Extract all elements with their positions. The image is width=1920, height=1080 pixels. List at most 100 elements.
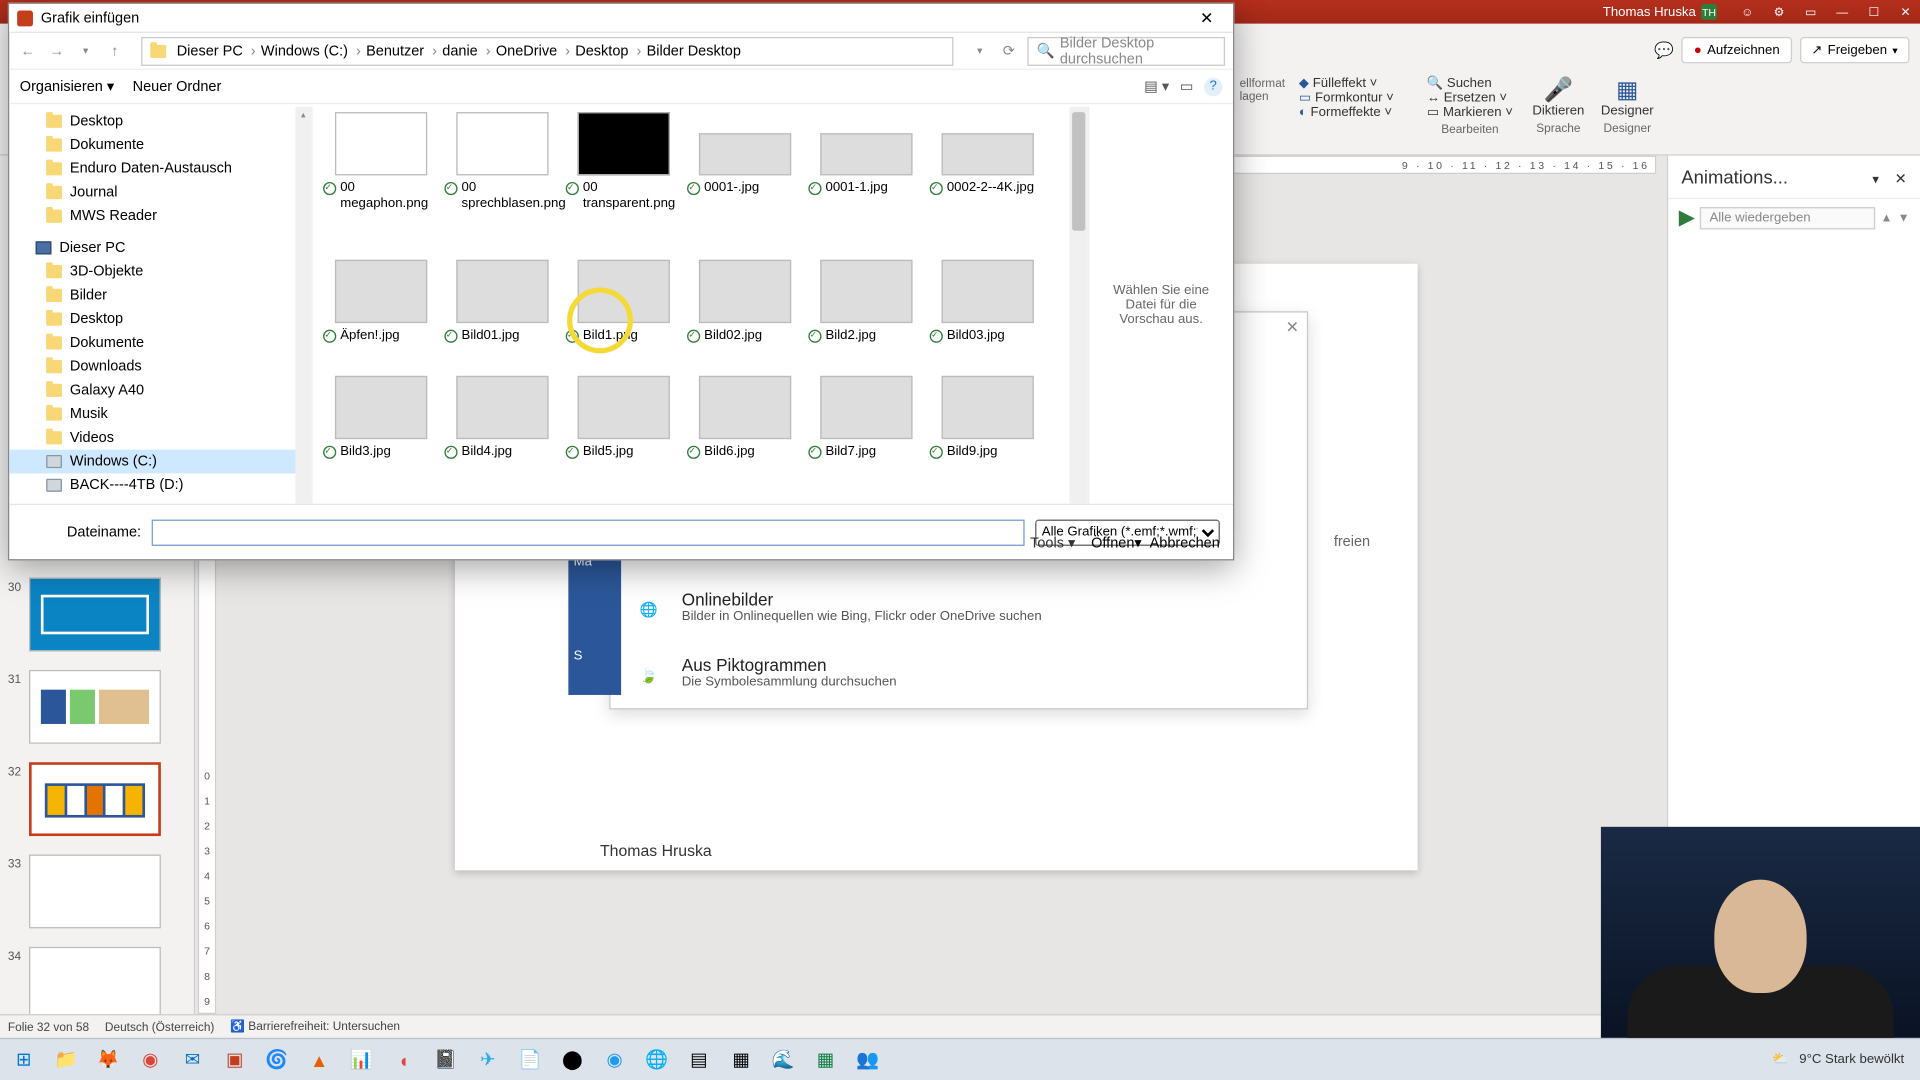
tree-item-dokumente[interactable]: Dokumente	[9, 331, 295, 355]
tb-app5-icon[interactable]: ⬤	[554, 1042, 591, 1076]
file-item-bild1-png[interactable]: Bild1.png	[566, 260, 682, 344]
crumb-desktop[interactable]: Desktop	[575, 43, 641, 59]
start-button[interactable]: ⊞	[5, 1042, 42, 1076]
tree-item-journal[interactable]: Journal	[9, 181, 295, 205]
nav-back-icon[interactable]: ←	[17, 43, 38, 59]
tree-item-enduro-daten-austausch[interactable]: Enduro Daten-Austausch	[9, 157, 295, 181]
slide-thumb-31[interactable]	[29, 670, 161, 744]
file-item-bild7-jpg[interactable]: Bild7.jpg	[808, 376, 924, 460]
tb-onenote-icon[interactable]: 📓	[427, 1042, 464, 1076]
crumb-bilder-desktop[interactable]: Bilder Desktop	[647, 43, 745, 59]
crumb-danie[interactable]: danie	[442, 43, 490, 59]
slide-thumb-33[interactable]	[29, 855, 161, 929]
tb-app9-icon[interactable]: ▦	[723, 1042, 760, 1076]
crumb-benutzer[interactable]: Benutzer	[366, 43, 437, 59]
file-item-bild4-jpg[interactable]: Bild4.jpg	[444, 376, 560, 460]
file-item-bild01-jpg[interactable]: Bild01.jpg	[444, 260, 560, 344]
file-item-bild9-jpg[interactable]: Bild9.jpg	[930, 376, 1046, 460]
close-icon[interactable]: ✕	[1896, 4, 1914, 20]
tb-outlook-icon[interactable]: ✉	[174, 1042, 211, 1076]
tb-app2-icon[interactable]: 📊	[343, 1042, 380, 1076]
tree-item-downloads[interactable]: Downloads	[9, 355, 295, 379]
tb-app7-icon[interactable]: 🌐	[638, 1042, 675, 1076]
window-icon[interactable]: ▭	[1801, 4, 1819, 20]
play-all-button[interactable]: Alle wiedergeben	[1700, 206, 1875, 228]
tree-item-videos[interactable]: Videos	[9, 426, 295, 450]
online-pictures-row[interactable]: 🌐 Onlinebilder Bilder in Onlinequellen w…	[611, 576, 1307, 642]
file-item-bild2-jpg[interactable]: Bild2.jpg	[808, 260, 924, 344]
open-split-icon[interactable]: ▾	[1134, 535, 1141, 551]
tree-item-3d-objekte[interactable]: 3D-Objekte	[9, 260, 295, 284]
cancel-button[interactable]: Abbrechen	[1150, 535, 1220, 551]
crumb-onedrive[interactable]: OneDrive	[496, 43, 570, 59]
rib-outline[interactable]: ▭ Formkontur ˅	[1299, 91, 1394, 106]
tb-app1-icon[interactable]: 🌀	[258, 1042, 295, 1076]
anim-chevron-icon[interactable]: ▾	[1872, 173, 1879, 188]
tb-app4-icon[interactable]: 📄	[512, 1042, 549, 1076]
tb-teams-icon[interactable]: 👥	[849, 1042, 886, 1076]
record-button[interactable]: ●Aufzeichnen	[1682, 37, 1792, 63]
tree-item-dieser-pc[interactable]: Dieser PC	[9, 236, 295, 260]
new-folder-button[interactable]: Neuer Ordner	[133, 78, 222, 94]
play-icon[interactable]: ▶	[1679, 204, 1695, 230]
filename-input[interactable]	[152, 519, 1025, 545]
designer-button[interactable]: ▦	[1601, 76, 1654, 104]
grid-scrollbar[interactable]	[1069, 107, 1087, 504]
tools-button[interactable]: Tools ▾	[1030, 534, 1075, 551]
anim-up-icon[interactable]: ▲	[1881, 211, 1893, 224]
rib-fill[interactable]: ◆ Fülleffekt ˅	[1299, 76, 1394, 91]
file-item-bild6-jpg[interactable]: Bild6.jpg	[687, 376, 803, 460]
slide-thumb-32[interactable]	[29, 762, 161, 836]
comment-icon[interactable]: 💬	[1654, 41, 1674, 59]
status-slide[interactable]: Folie 32 von 58	[8, 1020, 89, 1033]
rib-find[interactable]: 🔍 Suchen	[1427, 76, 1513, 91]
system-tray[interactable]: ⛅ 9°C Stark bewölkt	[1772, 1052, 1914, 1067]
preview-pane-icon[interactable]: ▭	[1180, 78, 1194, 95]
organize-button[interactable]: Organisieren ▾	[20, 78, 114, 95]
file-item-bild02-jpg[interactable]: Bild02.jpg	[687, 260, 803, 344]
tree-scrollbar[interactable]: ▴	[295, 107, 311, 504]
refresh-icon[interactable]: ⟳	[998, 42, 1019, 59]
crumb-dieser-pc[interactable]: Dieser PC	[177, 43, 256, 59]
nav-up-icon[interactable]: ↑	[104, 43, 125, 59]
pictogram-row[interactable]: 🍃 Aus Piktogrammen Die Symbolesammlung d…	[611, 642, 1307, 708]
tb-explorer-icon[interactable]: 📁	[47, 1042, 84, 1076]
tree-item-mws-reader[interactable]: MWS Reader	[9, 204, 295, 228]
file-item-00-megaphon-png[interactable]: 00 megaphon.png	[323, 112, 439, 212]
file-grid[interactable]: 00 megaphon.png00 sprechblasen.png00 tra…	[313, 107, 1088, 504]
status-lang[interactable]: Deutsch (Österreich)	[105, 1020, 214, 1033]
tb-app8-icon[interactable]: ▤	[680, 1042, 717, 1076]
rib-effects[interactable]: ◐ Formeffekte ˅	[1299, 105, 1394, 120]
tb-excel-icon[interactable]: ▦	[807, 1042, 844, 1076]
rib-select[interactable]: ▭ Markieren ˅	[1427, 105, 1513, 120]
help-icon[interactable]: ?	[1204, 77, 1222, 95]
share-button[interactable]: ↗Freigeben▾	[1799, 37, 1909, 63]
file-item--pfen-jpg[interactable]: Äpfen!.jpg	[323, 260, 439, 344]
anim-close-icon[interactable]: ✕	[1895, 171, 1907, 187]
slide-thumb-30[interactable]	[29, 578, 161, 652]
folder-tree[interactable]: ▴ DesktopDokumenteEnduro Daten-Austausch…	[9, 107, 312, 504]
view-mode-icon[interactable]: ▤ ▾	[1144, 78, 1169, 95]
minimize-icon[interactable]: —	[1833, 4, 1851, 20]
tree-item-dokumente[interactable]: Dokumente	[9, 133, 295, 157]
dictate-button[interactable]: 🎤	[1532, 76, 1584, 104]
windows-taskbar[interactable]: ⊞ 📁 🦊 ◉ ✉ ▣ 🌀 ▲ 📊 ◖ 📓 ✈ 📄 ⬤ ◉ 🌐 ▤ ▦ 🌊 ▦ …	[0, 1038, 1920, 1080]
file-item-00-transparent-png[interactable]: 00 transparent.png	[566, 112, 682, 212]
tb-chrome-icon[interactable]: ◉	[132, 1042, 169, 1076]
slide-thumb-34[interactable]	[29, 947, 161, 1021]
popup-close-icon[interactable]: ✕	[1286, 318, 1299, 336]
dialog-titlebar[interactable]: Grafik einfügen ✕	[9, 4, 1233, 33]
dialog-close-button[interactable]: ✕	[1188, 6, 1225, 30]
tb-firefox-icon[interactable]: 🦊	[90, 1042, 127, 1076]
tree-item-desktop[interactable]: Desktop	[9, 109, 295, 133]
open-button[interactable]: Öffnen▾	[1091, 534, 1142, 551]
file-item-bild03-jpg[interactable]: Bild03.jpg	[930, 260, 1046, 344]
crumb-dropdown-icon[interactable]: ▾	[969, 45, 990, 57]
settings-icon[interactable]: ⚙	[1770, 4, 1788, 20]
file-item-bild5-jpg[interactable]: Bild5.jpg	[566, 376, 682, 460]
tb-app6-icon[interactable]: ◉	[596, 1042, 633, 1076]
crumb-windows-c-[interactable]: Windows (C:)	[261, 43, 361, 59]
nav-recent-icon[interactable]: ▾	[75, 45, 96, 57]
tb-edge-icon[interactable]: 🌊	[765, 1042, 802, 1076]
status-access[interactable]: ♿ Barrierefreiheit: Untersuchen	[230, 1019, 400, 1034]
